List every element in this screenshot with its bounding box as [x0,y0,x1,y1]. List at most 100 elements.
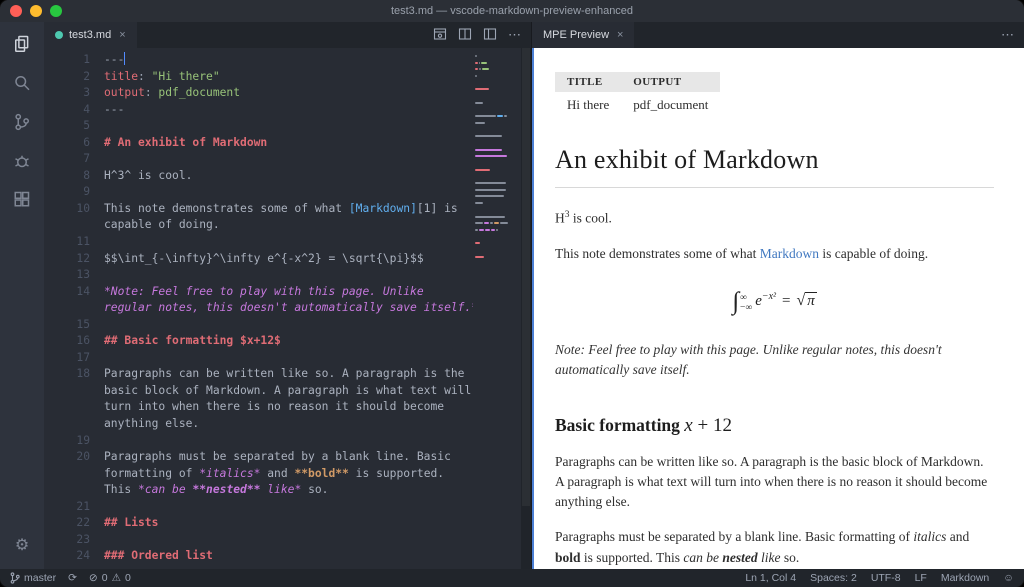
more-actions-icon[interactable]: ⋯ [1001,27,1015,43]
language-mode-item[interactable]: Markdown [941,572,989,584]
preview-paragraph: Paragraphs must be separated by a blank … [555,529,970,565]
code-line[interactable]: 13 [44,267,473,284]
sync-item[interactable]: ⟳ [68,572,77,584]
table-header-cell: TITLE [555,72,622,92]
code-line[interactable]: regular notes, this doesn't automaticall… [44,300,473,317]
git-branch-item[interactable]: master [10,572,56,584]
code-line[interactable]: 9 [44,184,473,201]
explorer-icon[interactable] [10,32,34,56]
preview-actions: ⋯ [1001,22,1024,48]
debug-icon[interactable] [10,149,34,173]
minimize-window-button[interactable] [30,5,42,17]
line-number [44,399,104,416]
line-number: 13 [76,268,90,282]
minimap[interactable] [473,48,521,569]
code-area[interactable]: 1 --- 2 title: "Hi there" 3 output: pdf_docum… [44,48,473,569]
line-number: 16 [76,334,90,348]
code-line[interactable]: 19 [44,433,473,450]
close-window-button[interactable] [10,5,22,17]
activity-bar: ⚙ [0,22,44,569]
line-number [44,416,104,433]
search-icon[interactable] [10,71,34,95]
code-line[interactable]: 5 [44,118,473,135]
code-line[interactable]: 18 Paragraphs can be written like so. A p… [44,366,473,383]
line-number: 15 [76,317,90,331]
cursor-position-item[interactable]: Ln 1, Col 4 [745,572,796,584]
line-number: 22 [76,516,90,530]
preview-paragraph: This note demonstrates some of what Mark… [555,245,929,261]
line-number: 8 [83,168,90,182]
code-line[interactable]: turn into when there is no reason it sho… [44,399,473,416]
code-line[interactable]: 17 [44,350,473,367]
warning-icon: ⚠ [111,572,121,584]
encoding-item[interactable]: UTF-8 [871,572,901,584]
line-number: 19 [76,433,90,447]
feedback-smiley-icon[interactable]: ☺ [1003,572,1014,584]
code-line[interactable]: 23 [44,532,473,549]
code-line[interactable]: 3 output: pdf_document [44,85,473,102]
code-line[interactable]: 12 $$\int_{-\infty}^\infty e^{-x^2} = \sq… [44,251,473,268]
code-line[interactable]: basic block of Markdown. A paragraph is … [44,383,473,400]
code-line[interactable]: 7 [44,151,473,168]
code-line[interactable]: 4 --- [44,102,473,119]
line-number: 20 [76,450,90,464]
tab-close-icon[interactable]: × [615,29,623,41]
code-line[interactable]: capable of doing. [44,217,473,234]
line-number: 11 [76,235,90,249]
tab-label: test3.md [69,29,112,41]
code-line[interactable]: formatting of *italics* and **bold** is … [44,466,473,483]
open-preview-icon[interactable] [433,27,447,44]
line-number: 6 [83,135,90,149]
line-number [44,217,104,234]
more-actions-icon[interactable]: ⋯ [508,27,522,43]
code-line[interactable]: 14 *Note: Feel free to play with this pag… [44,284,473,301]
tab-mpe-preview[interactable]: MPE Preview × [532,22,635,48]
line-number: 12 [76,251,90,265]
code-line[interactable]: 6 # An exhibit of Markdown [44,135,473,152]
indentation-item[interactable]: Spaces: 2 [810,572,857,584]
markdown-link[interactable]: Markdown [760,246,819,261]
toggle-layout-icon[interactable] [483,27,497,44]
tab-close-icon[interactable]: × [117,29,125,41]
line-number: 21 [76,499,90,513]
code-line[interactable]: 21 [44,499,473,516]
status-bar: master ⟳ ⊘ 0 ⚠ 0 Ln 1, Col 4 Spaces: 2 U… [0,569,1024,587]
preview-tab-bar: MPE Preview × ⋯ [532,22,1024,48]
table-cell: pdf_document [633,97,709,112]
preview-h2: Basic formatting x + 12 [555,414,732,436]
zoom-window-button[interactable] [50,5,62,17]
code-line[interactable]: 22 ## Lists [44,515,473,532]
code-line[interactable]: 24 ### Ordered list [44,548,473,565]
text-cursor [124,52,126,65]
eol-item[interactable]: LF [915,572,927,584]
code-line[interactable]: anything else. [44,416,473,433]
code-line[interactable]: 1 --- [44,52,473,69]
code-line[interactable]: 20 Paragraphs must be separated by a blan… [44,449,473,466]
tab-test3-md[interactable]: test3.md × [44,22,137,48]
problems-item[interactable]: ⊘ 0 ⚠ 0 [89,572,131,584]
code-line[interactable]: 16 ## Basic formatting $x+12$ [44,333,473,350]
error-icon: ⊘ [88,572,98,584]
code-editor[interactable]: 1 --- 2 title: "Hi there" 3 output: pdf_docum… [44,48,531,569]
code-line[interactable]: This *can be **nested** like* so. [44,482,473,499]
code-line[interactable]: 11 [44,234,473,251]
split-editor-icon[interactable] [458,27,472,44]
line-number: 10 [76,201,90,215]
branch-icon [10,572,20,584]
line-number: 9 [83,185,90,199]
editor-tab-bar: test3.md × ⋯ [44,22,531,48]
code-line[interactable]: 2 title: "Hi there" [44,69,473,86]
preview-h1: An exhibit of Markdown [555,145,994,188]
code-line[interactable]: 8 H^3^ is cool. [44,168,473,185]
extensions-icon[interactable] [10,188,34,212]
settings-gear-icon[interactable]: ⚙ [10,533,34,557]
editor-scrollbar[interactable] [521,48,531,569]
code-line[interactable]: 15 [44,317,473,334]
code-line[interactable]: 10 This note demonstrates some of what [M… [44,201,473,218]
line-number [44,383,104,400]
front-matter-table: TITLE OUTPUT Hi there pdf_document [555,72,721,115]
source-control-icon[interactable] [10,110,34,134]
preview-paragraph: H3 is cool. [555,210,612,226]
table-header-cell: OUTPUT [621,72,721,92]
line-number: 24 [76,549,90,563]
